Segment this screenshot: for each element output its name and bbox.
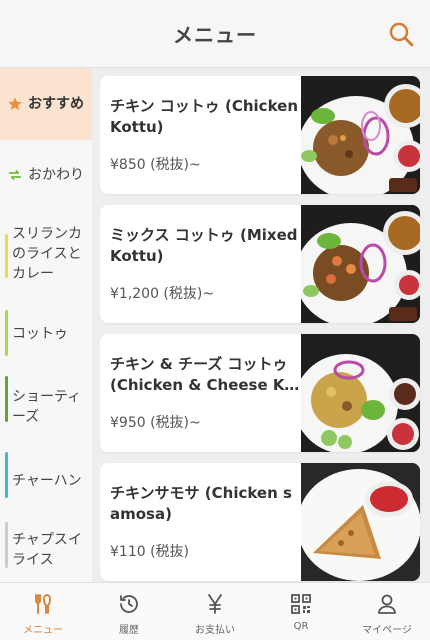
page-title: メニュー <box>173 23 257 47</box>
menu-item-price: ¥110 (税抜) <box>110 544 190 560</box>
category-label: チャプスイライス <box>12 532 82 568</box>
category-fried-rice[interactable]: チャーハン <box>0 444 92 518</box>
nav-label: お支払い <box>195 625 235 636</box>
star-icon <box>6 95 24 113</box>
category-refill[interactable]: おかわり <box>0 140 92 210</box>
qr-code-icon <box>288 591 314 617</box>
menu-item-image <box>301 334 420 452</box>
menu-item-image <box>301 76 420 194</box>
yen-icon <box>202 591 228 617</box>
category-kottu[interactable]: コットゥ <box>0 298 92 370</box>
menu-item-name: ミックス コットゥ (Mixed Kottu) <box>110 226 298 265</box>
menu-item-image <box>301 205 420 323</box>
category-label: チャーハン <box>12 473 82 489</box>
history-icon <box>116 591 142 617</box>
category-color-bar <box>5 310 8 356</box>
category-chopsuey-rice[interactable]: チャプスイライス <box>0 518 92 582</box>
menu-item-price: ¥950 (税抜)~ <box>110 415 201 431</box>
menu-item-card[interactable]: チキンサモサ (Chicken samosa) ¥110 (税抜) <box>100 463 420 581</box>
menu-item-price: ¥850 (税抜)~ <box>110 157 201 173</box>
menu-list: チキン コットゥ (Chicken Kottu) ¥850 (税抜)~ ミックス… <box>92 68 430 582</box>
category-label: スリランカのライスとカレー <box>12 226 82 282</box>
category-label: コットゥ <box>12 326 68 342</box>
nav-menu[interactable]: メニュー <box>0 583 86 640</box>
nav-label: マイページ <box>362 625 412 636</box>
category-recommended[interactable]: おすすめ <box>0 68 92 140</box>
nav-label: 履歴 <box>119 625 139 636</box>
menu-item-name: チキンサモサ (Chicken samosa) <box>110 484 292 523</box>
menu-item-text: ミックス コットゥ (Mixed Kottu) <box>110 225 300 267</box>
menu-item-price: ¥1,200 (税抜)~ <box>110 286 215 302</box>
category-shorties[interactable]: ショーティーズ <box>0 370 92 444</box>
category-label: おかわり <box>28 167 84 183</box>
menu-item-text: チキンサモサ (Chicken samosa) <box>110 483 300 525</box>
fork-knife-icon <box>30 591 56 617</box>
menu-item-name: チキン コットゥ (Chicken Kottu) <box>110 97 298 136</box>
category-color-bar <box>5 452 8 498</box>
menu-item-name: チキン & チーズ コットゥ (Chicken & Cheese Kottu) <box>110 355 295 394</box>
nav-label: メニュー <box>23 625 63 636</box>
menu-item-image <box>301 463 420 581</box>
menu-item-card[interactable]: チキン コットゥ (Chicken Kottu) ¥850 (税抜)~ <box>100 76 420 194</box>
search-button[interactable] <box>386 19 416 49</box>
nav-mypage[interactable]: マイページ <box>344 583 430 640</box>
category-color-bar <box>5 376 8 422</box>
menu-item-text: チキン コットゥ (Chicken Kottu) <box>110 96 300 138</box>
category-srilankan-rice-curry[interactable]: スリランカのライスとカレー <box>0 210 92 298</box>
category-label: おすすめ <box>28 96 84 112</box>
menu-item-card[interactable]: ミックス コットゥ (Mixed Kottu) ¥1,200 (税抜)~ <box>100 205 420 323</box>
category-color-bar <box>5 522 8 568</box>
nav-history[interactable]: 履歴 <box>86 583 172 640</box>
person-icon <box>374 591 400 617</box>
bottom-nav: メニュー 履歴 お支払い QR マイページ <box>0 582 430 640</box>
menu-item-card[interactable]: チキン & チーズ コットゥ (Chicken & Cheese Kottu) … <box>100 334 420 452</box>
category-label: ショーティーズ <box>12 389 82 425</box>
category-sidebar: おすすめ おかわり スリランカのライスとカレー コットゥ ショーティーズ チャー… <box>0 68 92 582</box>
refresh-icon <box>6 166 24 184</box>
nav-label: QR <box>293 621 309 632</box>
nav-qr[interactable]: QR <box>258 583 344 640</box>
search-icon <box>389 22 414 47</box>
menu-item-text: チキン & チーズ コットゥ (Chicken & Cheese Kottu) <box>110 354 300 396</box>
app-header: メニュー <box>0 0 430 68</box>
nav-payment[interactable]: お支払い <box>172 583 258 640</box>
category-color-bar <box>5 234 8 278</box>
